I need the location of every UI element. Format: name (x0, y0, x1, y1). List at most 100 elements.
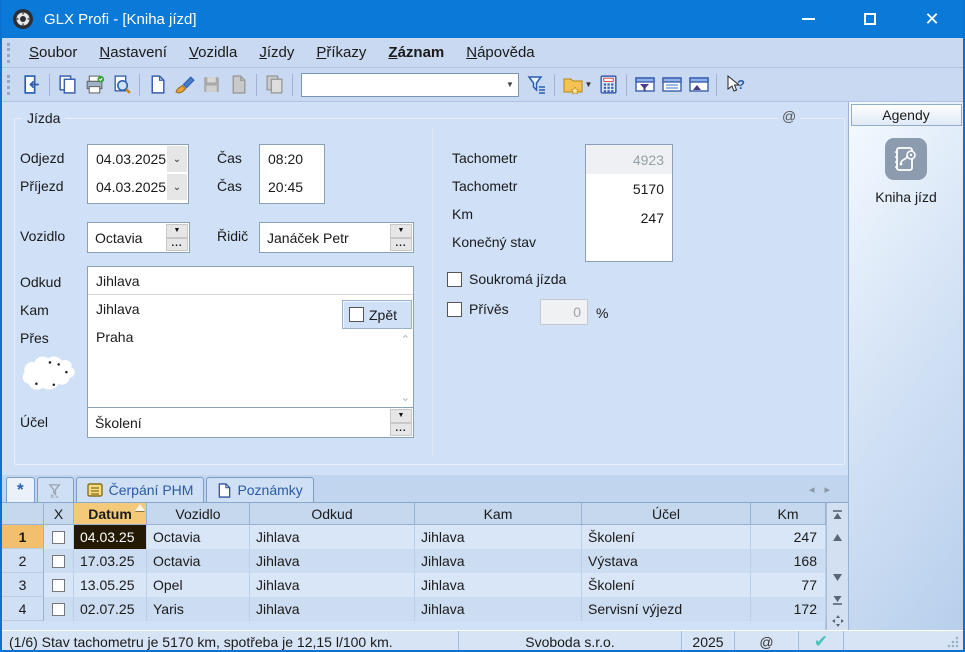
save-record-button[interactable] (198, 71, 225, 98)
chevron-down-icon[interactable]: ▼ (585, 80, 593, 89)
ucel-combobox[interactable]: Školení ▼... (87, 407, 414, 438)
soukroma-jizda-checkbox[interactable]: Soukromá jízda (447, 271, 566, 287)
cell-odkud[interactable]: Jihlava (250, 597, 415, 621)
cell-datum[interactable]: 02.07.25 (74, 597, 147, 621)
prives-checkbox[interactable]: Přívěs (447, 301, 509, 317)
cell-datum[interactable]: 04.03.25 (74, 525, 147, 549)
ellipsis-button[interactable]: ... (166, 237, 188, 251)
col-odkud[interactable]: Odkud (250, 503, 415, 525)
tab-poznamky[interactable]: Poznámky (206, 477, 314, 502)
close-button[interactable]: ✕ (901, 0, 963, 38)
row-number[interactable]: 1 (2, 525, 44, 549)
table-row[interactable]: 4 02.07.25 Yaris Jihlava Jihlava Servisn… (2, 597, 826, 621)
chevron-down-icon[interactable]: ▼ (502, 74, 518, 96)
maximize-button[interactable] (839, 0, 901, 38)
col-kam[interactable]: Kam (415, 503, 582, 525)
edit-record-button[interactable] (171, 71, 198, 98)
new-record-button[interactable] (144, 71, 171, 98)
cell-datum[interactable]: 17.03.25 (74, 549, 147, 573)
odjezd-date-field[interactable]: 04.03.2025 ⌄ (88, 145, 188, 173)
cell-kam[interactable]: Jihlava (415, 549, 582, 573)
cell-km[interactable]: 77 (751, 573, 826, 597)
col-datum[interactable]: Datum (74, 503, 147, 525)
table-row[interactable]: 1 04.03.25 Octavia Jihlava Jihlava Škole… (2, 525, 826, 549)
cell-vozidlo[interactable]: Yaris (147, 597, 250, 621)
row-checkbox[interactable] (44, 525, 74, 549)
context-help-button[interactable]: ? (721, 71, 748, 98)
search-combobox[interactable]: ▼ (301, 72, 519, 97)
ellipsis-button[interactable]: ... (390, 422, 412, 436)
go-first-icon[interactable] (829, 506, 847, 524)
cas-odjezd-field[interactable]: 08:20 (260, 145, 324, 173)
cell-kam[interactable]: Jihlava (415, 573, 582, 597)
cell-vozidlo[interactable]: Opel (147, 573, 250, 597)
go-prev-icon[interactable] (829, 528, 847, 546)
preview-button[interactable] (108, 71, 135, 98)
minimize-button[interactable] (777, 0, 839, 38)
cell-km[interactable]: 247 (751, 525, 826, 549)
view-filter-button[interactable] (631, 71, 658, 98)
czech-map-icon[interactable] (17, 350, 79, 402)
tachometr-end-field[interactable]: 5170 (586, 174, 672, 203)
tab-scroll-right-icon[interactable]: ▸ (824, 484, 840, 496)
view-detail-button[interactable] (658, 71, 685, 98)
cell-km[interactable]: 172 (751, 597, 826, 621)
kniha-jizd-button[interactable] (885, 138, 927, 180)
toolbar-grip[interactable] (7, 74, 10, 95)
calculator-button[interactable] (595, 71, 622, 98)
cell-datum[interactable]: 13.05.25 (74, 573, 147, 597)
cell-vozidlo[interactable]: Octavia (147, 525, 250, 549)
menubar-grip[interactable] (7, 42, 10, 63)
row-number[interactable]: 4 (2, 597, 44, 621)
cell-ucel[interactable]: Servisní výjezd (582, 597, 751, 621)
cell-km[interactable]: 168 (751, 549, 826, 573)
menu-zaznam[interactable]: Záznam (377, 40, 455, 65)
open-agenda-button[interactable]: ▼ (559, 71, 595, 98)
chevron-down-icon[interactable]: ⌄ (167, 174, 187, 200)
vozidlo-combobox[interactable]: Octavia ▼... (87, 222, 190, 253)
menu-napoveda[interactable]: Nápověda (455, 40, 545, 65)
filter-button[interactable] (523, 71, 550, 98)
chevron-down-icon[interactable]: ⌄ (167, 146, 187, 172)
cell-kam[interactable]: Jihlava (415, 525, 582, 549)
cell-ucel[interactable]: Výstava (582, 549, 751, 573)
go-last-icon[interactable] (829, 590, 847, 608)
go-next-icon[interactable] (829, 568, 847, 586)
table-row[interactable]: 2 17.03.25 Octavia Jihlava Jihlava Výsta… (2, 549, 826, 573)
col-x[interactable]: X (44, 503, 74, 525)
cas-prijezd-field[interactable]: 20:45 (260, 173, 324, 201)
tab-filter[interactable] (36, 477, 74, 502)
chevron-down-icon[interactable]: ▼ (390, 409, 412, 423)
view-panel-button[interactable] (685, 71, 712, 98)
tab-new[interactable]: * (6, 477, 35, 502)
duplicate-button[interactable] (261, 71, 288, 98)
prijezd-date-field[interactable]: 04.03.2025 ⌄ (88, 173, 188, 201)
exit-button[interactable] (18, 71, 45, 98)
km-field[interactable]: 247 (586, 203, 672, 232)
cell-kam[interactable]: Jihlava (415, 597, 582, 621)
cell-odkud[interactable]: Jihlava (250, 573, 415, 597)
cell-ucel[interactable]: Školení (582, 573, 751, 597)
ridic-combobox[interactable]: Janáček Petr ▼... (259, 222, 414, 253)
menu-soubor[interactable]: Soubor (18, 40, 88, 65)
tab-cerpani-phm[interactable]: Čerpání PHM (75, 477, 205, 502)
menu-jizdy[interactable]: Jízdy (248, 40, 305, 65)
chevron-down-icon[interactable]: ▼ (166, 224, 188, 238)
col-vozidlo[interactable]: Vozidlo (147, 503, 250, 525)
cell-odkud[interactable]: Jihlava (250, 549, 415, 573)
menu-vozidla[interactable]: Vozidla (178, 40, 248, 65)
print-button[interactable] (81, 71, 108, 98)
row-checkbox[interactable] (44, 549, 74, 573)
cell-ucel[interactable]: Školení (582, 525, 751, 549)
zpet-checkbox[interactable]: Zpět (342, 300, 412, 329)
agendy-header[interactable]: Agendy (850, 104, 962, 126)
navigate-all-icon[interactable] (829, 612, 847, 630)
ellipsis-button[interactable]: ... (390, 237, 412, 251)
odkud-field[interactable]: Jihlava (88, 267, 413, 295)
chevron-down-icon[interactable]: ▼ (390, 224, 412, 238)
row-checkbox[interactable] (44, 573, 74, 597)
menu-nastaveni[interactable]: Nastavení (88, 40, 178, 65)
tab-scroll-left-icon[interactable]: ◂ (809, 484, 825, 496)
row-checkbox[interactable] (44, 597, 74, 621)
row-number[interactable]: 2 (2, 549, 44, 573)
